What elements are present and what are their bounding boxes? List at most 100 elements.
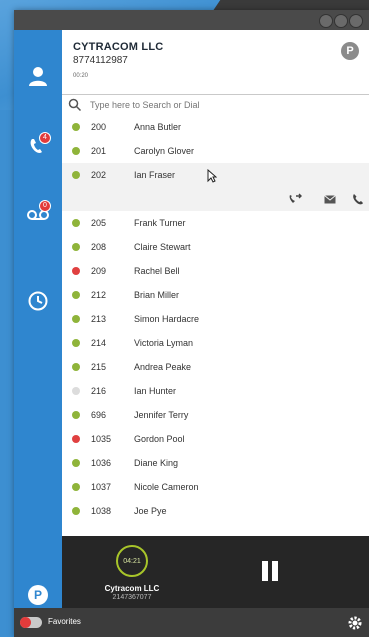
missed-calls-badge: 4 <box>39 132 51 144</box>
mouse-cursor-icon <box>207 169 217 183</box>
presence-dot <box>72 147 80 155</box>
contact-name: Nicole Cameron <box>134 482 199 492</box>
phone-icon <box>353 194 363 205</box>
contact-extension: 1037 <box>91 482 112 492</box>
active-call-panel: 04:21 Cytracom LLC 2147367077 <box>62 536 369 608</box>
presence-dot <box>72 483 80 491</box>
contact-row[interactable]: 205 Frank Turner <box>62 211 369 235</box>
contact-name: Simon Hardacre <box>134 314 200 324</box>
search-input[interactable] <box>90 97 350 112</box>
presence-dot <box>72 219 80 227</box>
mail-icon <box>324 194 336 203</box>
contact-name: Victoria Lyman <box>134 338 194 348</box>
contact-row[interactable]: 208 Claire Stewart <box>62 235 369 259</box>
contact-extension: 200 <box>91 122 107 132</box>
call-duration-ring: 04:21 <box>116 545 148 577</box>
contact-row[interactable]: 201 Carolyn Glover <box>62 139 369 163</box>
maximize-button[interactable] <box>334 14 348 28</box>
contact-extension: 1035 <box>91 434 112 444</box>
sidebar: 4 0 P <box>14 30 62 608</box>
sidebar-item-missed-calls[interactable]: 4 <box>22 130 54 162</box>
contact-extension: 1038 <box>91 506 112 516</box>
contact-row[interactable]: 1036 Diane King <box>62 451 369 475</box>
search-bar <box>62 94 369 116</box>
contact-row[interactable]: 213 Simon Hardacre <box>62 307 369 331</box>
contact-list: 200 Anna Butler 201 Carolyn Glover 202 Ian Fr… <box>62 115 369 535</box>
contact-name: Ian Hunter <box>134 386 177 396</box>
contact-row[interactable]: 216 Ian Hunter <box>62 379 369 403</box>
bottom-bar: Favorites <box>14 608 369 637</box>
contact-row[interactable]: 212 Brian Miller <box>62 283 369 307</box>
contact-extension: 212 <box>91 290 107 300</box>
message-button[interactable] <box>322 192 338 206</box>
caller-name: Cytracom LLC <box>104 584 160 593</box>
session-timer: 00:20 <box>73 73 89 79</box>
close-button[interactable] <box>349 14 363 28</box>
contact-name: Ian Fraser <box>134 170 176 180</box>
presence-dot <box>72 171 80 179</box>
caller-number: 2147367077 <box>112 594 152 601</box>
voicemail-badge: 0 <box>39 200 51 212</box>
contact-name: Jennifer Terry <box>134 410 189 420</box>
favorites-toggle[interactable] <box>20 617 42 628</box>
contact-extension: 215 <box>91 362 107 372</box>
title-bar <box>14 10 369 30</box>
contact-row[interactable]: 214 Victoria Lyman <box>62 331 369 355</box>
contact-extension: 202 <box>91 170 107 180</box>
history-icon <box>28 291 48 311</box>
contact-extension: 213 <box>91 314 107 324</box>
sidebar-item-voicemail[interactable]: 0 <box>22 198 54 230</box>
favorites-label: Favorites <box>48 617 81 626</box>
company-name: CYTRACOM LLC <box>73 41 164 53</box>
contact-row[interactable]: 696 Jennifer Terry <box>62 403 369 427</box>
contact-name: Anna Butler <box>134 122 182 132</box>
transfer-button[interactable] <box>287 192 303 206</box>
account-header: CYTRACOM LLC 8774112987 00:20 P <box>62 30 369 94</box>
contact-actions-row <box>62 187 369 211</box>
presence-dot <box>72 411 80 419</box>
contact-name: Joe Pye <box>134 506 167 516</box>
contact-row[interactable]: 1035 Gordon Pool <box>62 427 369 451</box>
call-duration: 04:21 <box>123 557 141 565</box>
presence-dot <box>72 363 80 371</box>
presence-dot <box>72 339 80 347</box>
presence-dot <box>72 435 80 443</box>
search-icon <box>68 98 82 112</box>
presence-dot <box>72 315 80 323</box>
gear-icon[interactable] <box>347 615 363 631</box>
presence-dot <box>72 507 80 515</box>
contact-name: Andrea Peake <box>134 362 192 372</box>
favorites-toggle-knob <box>20 617 31 628</box>
presence-dot <box>72 387 80 395</box>
cytracom-logo: P <box>28 585 48 605</box>
contact-extension: 209 <box>91 266 107 276</box>
contact-row[interactable]: 1038 Joe Pye <box>62 499 369 523</box>
contact-row[interactable]: 209 Rachel Bell <box>62 259 369 283</box>
contact-extension: 208 <box>91 242 107 252</box>
contact-name: Carolyn Glover <box>134 146 195 156</box>
presence-dot <box>72 267 80 275</box>
contact-row[interactable]: 215 Andrea Peake <box>62 355 369 379</box>
call-button[interactable] <box>350 192 366 206</box>
account-phone: 8774112987 <box>73 55 128 66</box>
contact-name: Diane King <box>134 458 179 468</box>
contact-row[interactable]: 202 Ian Fraser <box>62 163 369 187</box>
minimize-button[interactable] <box>319 14 333 28</box>
contact-extension: 696 <box>91 410 107 420</box>
presence-dot <box>72 243 80 251</box>
contact-name: Gordon Pool <box>134 434 185 444</box>
contact-row[interactable]: 200 Anna Butler <box>62 115 369 139</box>
contact-name: Claire Stewart <box>134 242 191 252</box>
contact-name: Frank Turner <box>134 218 186 228</box>
contact-extension: 216 <box>91 386 107 396</box>
pause-icon[interactable] <box>260 560 280 582</box>
contact-extension: 205 <box>91 218 107 228</box>
presence-dot <box>72 291 80 299</box>
contact-extension: 214 <box>91 338 107 348</box>
contact-row[interactable]: 1037 Nicole Cameron <box>62 475 369 499</box>
presence-dot <box>72 123 80 131</box>
sidebar-item-history[interactable] <box>22 285 54 317</box>
contact-extension: 201 <box>91 146 107 156</box>
presence-badge[interactable]: P <box>341 42 359 60</box>
sidebar-item-profile[interactable] <box>22 60 54 92</box>
